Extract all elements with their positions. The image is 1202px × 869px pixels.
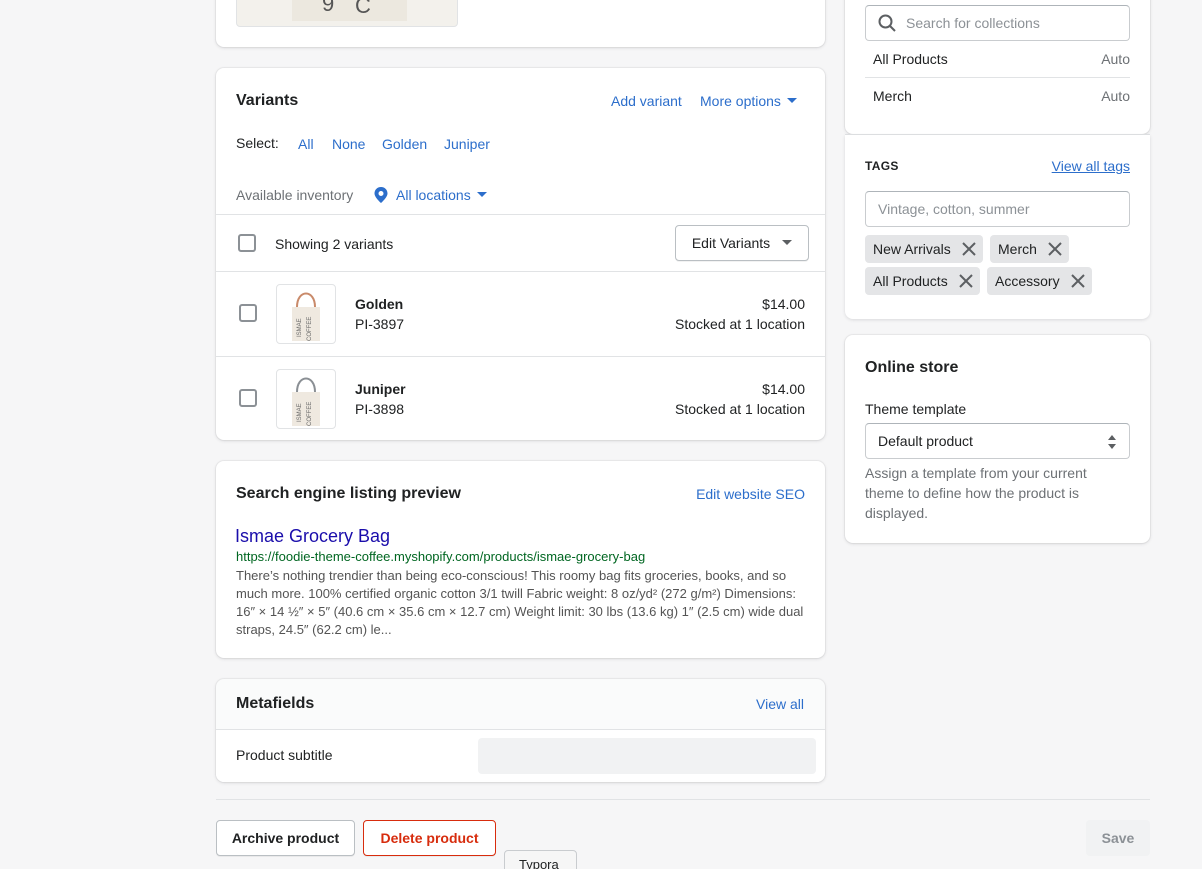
variant-price: $14.00 — [762, 381, 805, 397]
bag-print-top: ISMAE — [297, 403, 303, 422]
variant-price: $14.00 — [762, 296, 805, 312]
variant-name: Golden — [355, 296, 404, 312]
tag-label: New Arrivals — [873, 241, 951, 257]
remove-tag-icon[interactable] — [1070, 273, 1086, 289]
caret-down-icon — [476, 192, 487, 197]
select-none-link[interactable]: None — [332, 136, 365, 152]
save-button[interactable]: Save — [1086, 820, 1150, 856]
tag-chip: All Products — [865, 267, 980, 295]
select-all-link[interactable]: All — [298, 136, 314, 152]
variant-stock: Stocked at 1 location — [675, 316, 805, 332]
location-pin-icon — [374, 187, 388, 203]
variant-stock: Stocked at 1 location — [675, 401, 805, 417]
collections-card: Search for collections All Products Auto… — [845, 0, 1150, 135]
locations-dropdown[interactable]: All locations — [374, 187, 487, 203]
metafield-row: Product subtitle — [216, 730, 825, 782]
media-thumbnail[interactable]: 9 C — [236, 0, 458, 27]
seo-url: https://foodie-theme-coffee.myshopify.co… — [236, 549, 646, 564]
variant-thumbnail[interactable]: ISMAE COFFEE — [276, 284, 336, 344]
caret-down-icon — [782, 240, 793, 245]
edit-variants-label: Edit Variants — [691, 235, 771, 251]
tag-label: All Products — [873, 273, 948, 289]
online-store-title: Online store — [865, 359, 959, 376]
metafields-card: Metafields View all Product subtitle — [216, 679, 825, 782]
caret-down-icon — [786, 98, 797, 103]
tote-bag-image: 9 C — [292, 0, 407, 21]
product-subtitle-field[interactable] — [478, 738, 816, 774]
online-store-card: Online store Theme template Default prod… — [845, 335, 1150, 543]
more-options-button[interactable]: More options — [700, 93, 797, 109]
tags-heading: TAGS — [865, 159, 899, 173]
select-label: Select: — [236, 135, 279, 151]
tag-label: Accessory — [995, 273, 1060, 289]
bag-print-top: ISMAE — [297, 318, 303, 337]
remove-tag-icon[interactable] — [958, 273, 974, 289]
search-icon — [878, 14, 896, 32]
delete-product-button[interactable]: Delete product — [363, 820, 496, 856]
seo-card: Search engine listing preview Edit websi… — [216, 461, 825, 658]
collection-item: All Products Auto — [865, 41, 1130, 78]
collection-type: Auto — [1101, 51, 1130, 67]
variant-checkbox[interactable] — [239, 389, 257, 407]
view-all-tags-link[interactable]: View all tags — [1052, 158, 1130, 174]
theme-template-help: Assign a template from your current them… — [865, 465, 1087, 521]
select-juniper-link[interactable]: Juniper — [444, 136, 490, 152]
media-card: 9 C — [216, 0, 825, 47]
seo-page-title: Ismae Grocery Bag — [235, 526, 391, 546]
variant-sku: PI-3898 — [355, 401, 405, 417]
tags-input-placeholder: Vintage, cotton, summer — [878, 201, 1030, 217]
variant-sku: PI-3897 — [355, 316, 405, 332]
variant-name: Juniper — [355, 381, 406, 397]
variants-card: Variants Add variant More options Select… — [216, 68, 825, 440]
remove-tag-icon[interactable] — [961, 241, 977, 257]
add-variant-link[interactable]: Add variant — [611, 93, 682, 109]
variants-title: Variants — [236, 92, 299, 109]
variant-row[interactable]: ISMAE COFFEE Golden PI-3897 $14.00 Stock… — [216, 272, 825, 356]
collection-name: All Products — [873, 51, 948, 67]
tag-label: Merch — [998, 241, 1037, 257]
collection-name: Merch — [873, 88, 912, 104]
edit-seo-link[interactable]: Edit website SEO — [696, 486, 805, 502]
footer-divider — [216, 799, 1150, 800]
collection-type: Auto — [1101, 88, 1130, 104]
theme-template-label: Theme template — [865, 401, 967, 417]
seo-title: Search engine listing preview — [236, 485, 461, 502]
bag-print-bottom: COFFEE — [307, 402, 313, 426]
tag-chip: Accessory — [987, 267, 1092, 295]
typora-tooltip: Typora — [504, 850, 577, 869]
svg-text:9: 9 — [322, 0, 334, 16]
bag-print-bottom: COFFEE — [307, 317, 313, 341]
theme-template-select[interactable]: Default product — [865, 423, 1130, 459]
locations-label: All locations — [396, 187, 471, 203]
tote-bag-golden-image: ISMAE COFFEE — [292, 292, 320, 341]
remove-tag-icon[interactable] — [1047, 241, 1063, 257]
metafields-view-all-link[interactable]: View all — [756, 696, 804, 712]
divider — [216, 214, 825, 215]
tote-bag-juniper-image: ISMAE COFFEE — [292, 377, 320, 426]
tags-section: TAGS View all tags Vintage, cotton, summ… — [845, 135, 1150, 319]
collection-item: Merch Auto — [865, 78, 1130, 115]
metafield-label: Product subtitle — [236, 747, 333, 763]
select-golden-link[interactable]: Golden — [382, 136, 427, 152]
more-options-label: More options — [700, 93, 781, 109]
showing-variants-label: Showing 2 variants — [275, 236, 394, 252]
metafields-title: Metafields — [236, 695, 315, 712]
variant-thumbnail[interactable]: ISMAE COFFEE — [276, 369, 336, 429]
variant-row[interactable]: ISMAE COFFEE Juniper PI-3898 $14.00 Stoc… — [216, 357, 825, 440]
variant-checkbox[interactable] — [239, 304, 257, 322]
theme-template-value: Default product — [878, 433, 973, 449]
archive-product-button[interactable]: Archive product — [216, 820, 355, 856]
collections-search-field[interactable]: Search for collections — [865, 5, 1130, 41]
tag-chip: New Arrivals — [865, 235, 983, 263]
collections-search-placeholder: Search for collections — [906, 15, 1040, 31]
select-all-checkbox[interactable] — [238, 234, 256, 252]
edit-variants-button[interactable]: Edit Variants — [675, 225, 809, 261]
svg-text:C: C — [355, 0, 371, 18]
available-inventory-label: Available inventory — [236, 187, 354, 203]
tags-input[interactable]: Vintage, cotton, summer — [865, 191, 1130, 227]
seo-description: There’s nothing trendier than being eco-… — [236, 568, 804, 637]
select-arrows-icon — [1108, 435, 1116, 449]
tag-chip: Merch — [990, 235, 1069, 263]
